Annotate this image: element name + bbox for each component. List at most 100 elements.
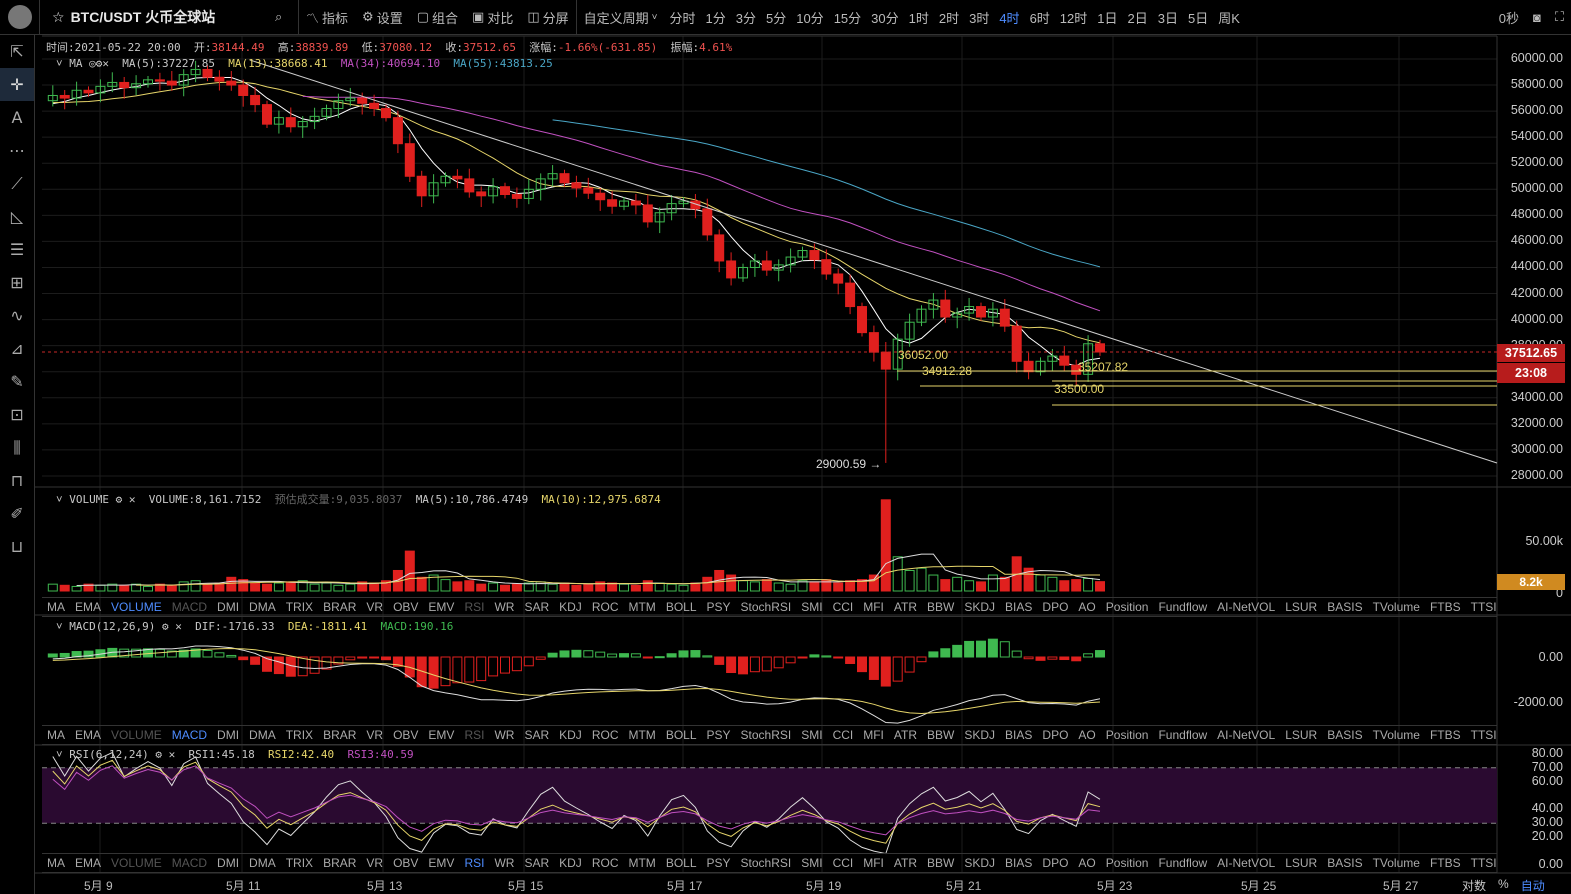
indicator-tab-skdj[interactable]: SKDJ xyxy=(959,600,1000,614)
indicator-tab-wr[interactable]: WR xyxy=(489,600,519,614)
indicator-tab-ema[interactable]: EMA xyxy=(70,600,106,614)
indicator-tab-bbw[interactable]: BBW xyxy=(922,728,959,742)
indicator-tab-roc[interactable]: ROC xyxy=(587,856,624,870)
indicator-tab-psy[interactable]: PSY xyxy=(702,600,736,614)
indicator-tab-mtm[interactable]: MTM xyxy=(623,728,660,742)
indicator-tab-fundflow[interactable]: Fundflow xyxy=(1153,600,1212,614)
gear-icon[interactable]: ⚙ xyxy=(116,493,123,506)
indicator-tab-emv[interactable]: EMV xyxy=(423,856,459,870)
collapse-icon[interactable]: ˅ xyxy=(56,57,63,70)
indicator-tab-lsur[interactable]: LSUR xyxy=(1280,600,1322,614)
indicator-tab-position[interactable]: Position xyxy=(1101,600,1154,614)
indicator-tab-mfi[interactable]: MFI xyxy=(858,856,889,870)
indicator-tab-lsur[interactable]: LSUR xyxy=(1280,856,1322,870)
indicator-tab-dma[interactable]: DMA xyxy=(244,728,281,742)
indicator-tab-ai-netvol[interactable]: AI-NetVOL xyxy=(1212,600,1280,614)
collapse-icon[interactable]: ˅ xyxy=(56,620,63,633)
indicator-tab-smi[interactable]: SMI xyxy=(796,856,827,870)
indicator-tab-kdj[interactable]: KDJ xyxy=(554,600,587,614)
indicator-tab-kdj[interactable]: KDJ xyxy=(554,728,587,742)
indicator-tab-boll[interactable]: BOLL xyxy=(661,600,702,614)
indicator-tab-ttsi[interactable]: TTSI xyxy=(1466,728,1502,742)
indicator-tab-lsur[interactable]: LSUR xyxy=(1280,728,1322,742)
indicator-tab-vr[interactable]: VR xyxy=(361,600,388,614)
auto-scale-toggle[interactable]: 自动 xyxy=(1521,877,1545,894)
indicator-tab-ftbs[interactable]: FTBS xyxy=(1425,856,1466,870)
indicator-tab-obv[interactable]: OBV xyxy=(388,856,423,870)
indicator-tab-cci[interactable]: CCI xyxy=(828,856,859,870)
percent-scale-toggle[interactable]: % xyxy=(1498,877,1509,894)
indicator-tab-boll[interactable]: BOLL xyxy=(661,728,702,742)
indicator-tab-atr[interactable]: ATR xyxy=(889,856,922,870)
indicator-tab-atr[interactable]: ATR xyxy=(889,728,922,742)
indicator-tab-brar[interactable]: BRAR xyxy=(318,728,361,742)
eye-icon[interactable]: ◎ xyxy=(89,57,96,70)
indicator-tab-mtm[interactable]: MTM xyxy=(623,600,660,614)
indicator-tab-rsi[interactable]: RSI xyxy=(459,856,489,870)
indicator-tab-ema[interactable]: EMA xyxy=(70,728,106,742)
indicator-tab-vr[interactable]: VR xyxy=(361,728,388,742)
indicator-tab-dma[interactable]: DMA xyxy=(244,856,281,870)
indicator-tab-roc[interactable]: ROC xyxy=(587,600,624,614)
indicator-tab-rsi[interactable]: RSI xyxy=(459,728,489,742)
indicator-tab-obv[interactable]: OBV xyxy=(388,728,423,742)
indicator-tab-ma[interactable]: MA xyxy=(42,600,70,614)
indicator-tab-wr[interactable]: WR xyxy=(489,856,519,870)
indicator-tab-position[interactable]: Position xyxy=(1101,728,1154,742)
indicator-tab-emv[interactable]: EMV xyxy=(423,600,459,614)
indicator-tab-brar[interactable]: BRAR xyxy=(318,600,361,614)
indicator-tab-mfi[interactable]: MFI xyxy=(858,600,889,614)
gear-icon[interactable]: ⚙ xyxy=(155,748,162,761)
indicator-tab-tvolume[interactable]: TVolume xyxy=(1368,728,1425,742)
indicator-tab-ao[interactable]: AO xyxy=(1073,728,1100,742)
indicator-tab-macd[interactable]: MACD xyxy=(167,856,212,870)
indicator-tab-basis[interactable]: BASIS xyxy=(1322,600,1367,614)
close-icon[interactable]: ✕ xyxy=(102,57,109,70)
indicator-tab-dmi[interactable]: DMI xyxy=(212,856,244,870)
indicator-tab-brar[interactable]: BRAR xyxy=(318,856,361,870)
indicator-tab-trix[interactable]: TRIX xyxy=(281,856,318,870)
indicator-tab-obv[interactable]: OBV xyxy=(388,600,423,614)
indicator-tab-cci[interactable]: CCI xyxy=(828,600,859,614)
indicator-tab-boll[interactable]: BOLL xyxy=(661,856,702,870)
indicator-tab-skdj[interactable]: SKDJ xyxy=(959,728,1000,742)
close-icon[interactable]: ✕ xyxy=(129,493,136,506)
indicator-tab-ai-netvol[interactable]: AI-NetVOL xyxy=(1212,856,1280,870)
indicator-tab-ttsi[interactable]: TTSI xyxy=(1466,600,1502,614)
indicator-tab-macd[interactable]: MACD xyxy=(167,728,212,742)
indicator-tab-vr[interactable]: VR xyxy=(361,856,388,870)
indicator-tab-basis[interactable]: BASIS xyxy=(1322,728,1367,742)
indicator-tab-dmi[interactable]: DMI xyxy=(212,728,244,742)
indicator-tab-trix[interactable]: TRIX xyxy=(281,600,318,614)
indicator-tab-dpo[interactable]: DPO xyxy=(1037,856,1073,870)
indicator-tab-macd[interactable]: MACD xyxy=(167,600,212,614)
indicator-tab-position[interactable]: Position xyxy=(1101,856,1154,870)
close-icon[interactable]: ✕ xyxy=(169,748,176,761)
indicator-tab-cci[interactable]: CCI xyxy=(828,728,859,742)
indicator-tab-stochrsi[interactable]: StochRSI xyxy=(736,856,797,870)
indicator-tab-trix[interactable]: TRIX xyxy=(281,728,318,742)
indicator-tab-dma[interactable]: DMA xyxy=(244,600,281,614)
indicator-tab-stochrsi[interactable]: StochRSI xyxy=(736,728,797,742)
indicator-tab-kdj[interactable]: KDJ xyxy=(554,856,587,870)
indicator-tab-smi[interactable]: SMI xyxy=(796,728,827,742)
indicator-tab-bias[interactable]: BIAS xyxy=(1000,856,1037,870)
gear-icon[interactable]: ⚙ xyxy=(162,620,169,633)
indicator-tab-mtm[interactable]: MTM xyxy=(623,856,660,870)
indicator-tab-atr[interactable]: ATR xyxy=(889,600,922,614)
log-scale-toggle[interactable]: 对数 xyxy=(1462,877,1486,894)
indicator-tab-tvolume[interactable]: TVolume xyxy=(1368,856,1425,870)
indicator-tab-dpo[interactable]: DPO xyxy=(1037,728,1073,742)
indicator-tab-sar[interactable]: SAR xyxy=(519,728,554,742)
indicator-tab-ma[interactable]: MA xyxy=(42,856,70,870)
indicator-tab-smi[interactable]: SMI xyxy=(796,600,827,614)
indicator-tab-ma[interactable]: MA xyxy=(42,728,70,742)
indicator-tab-bbw[interactable]: BBW xyxy=(922,600,959,614)
indicator-tab-bias[interactable]: BIAS xyxy=(1000,600,1037,614)
collapse-icon[interactable]: ˅ xyxy=(56,493,63,506)
indicator-tab-dmi[interactable]: DMI xyxy=(212,600,244,614)
indicator-tab-psy[interactable]: PSY xyxy=(702,856,736,870)
indicator-tab-emv[interactable]: EMV xyxy=(423,728,459,742)
indicator-tab-fundflow[interactable]: Fundflow xyxy=(1153,856,1212,870)
indicator-tab-stochrsi[interactable]: StochRSI xyxy=(736,600,797,614)
